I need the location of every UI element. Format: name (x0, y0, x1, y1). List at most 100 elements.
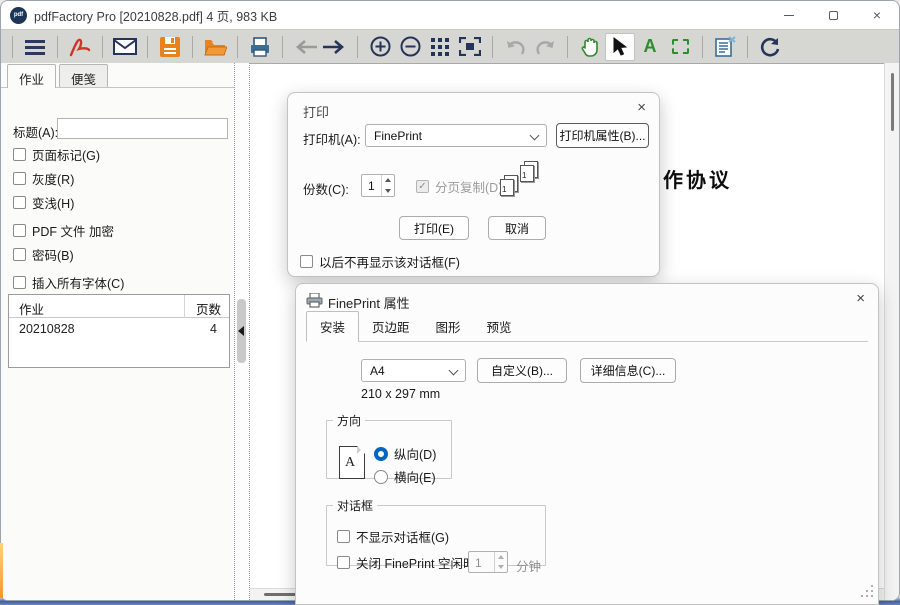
screen: pdf pdfFactory Pro [20210828.pdf] 4 页, 9… (0, 0, 900, 605)
save-icon (160, 37, 180, 57)
window-title: pdfFactory Pro [20210828.pdf] 4 页, 983 K… (34, 6, 277, 25)
fineprint-dialog-close-button[interactable]: × (856, 290, 865, 307)
close-button[interactable]: × (855, 1, 899, 29)
sidebar-tabs: 作业 便笺 (7, 64, 111, 87)
undo-button[interactable] (500, 33, 530, 61)
print-button-toolbar[interactable] (245, 33, 275, 61)
zoom-in-button[interactable] (365, 33, 395, 61)
tab-notes[interactable]: 便笺 (59, 64, 108, 87)
paper-dimensions: 210 x 297 mm (361, 387, 440, 401)
refresh-button[interactable] (755, 33, 785, 61)
hand-tool-button[interactable] (575, 33, 605, 61)
checkbox-grayscale[interactable]: 灰度(R) (13, 169, 74, 188)
checkbox-pdf-encrypt[interactable]: PDF 文件 加密 (13, 221, 114, 240)
checkbox-page-marks[interactable]: 页面标记(G) (13, 145, 100, 164)
splitter-handle[interactable] (237, 299, 246, 363)
back-button[interactable] (290, 33, 320, 61)
back-arrow-icon (293, 40, 317, 54)
job-list-row[interactable]: 20210828 4 (9, 318, 229, 340)
resize-grip[interactable] (861, 585, 873, 597)
thumbnails-grid-icon (431, 38, 449, 56)
up-arrow-icon (498, 555, 504, 559)
tab-jobs[interactable]: 作业 (7, 64, 56, 88)
menu-icon (25, 39, 45, 55)
checkbox-label: 灰度(R) (32, 169, 74, 188)
vertical-scrollbar[interactable] (884, 63, 899, 600)
down-arrow-icon (498, 565, 504, 569)
close-idle-checkbox[interactable]: 关闭 FinePrint 空闲时 (337, 553, 475, 572)
stepper-buttons (494, 552, 507, 572)
checkbox-icon (337, 530, 350, 543)
stepper-up-button[interactable] (382, 175, 394, 186)
orientation-group: 方向 A 纵向(D) 横向(E) (326, 412, 452, 479)
thumbnails-button[interactable] (425, 33, 455, 61)
select-tool-button[interactable] (605, 33, 635, 61)
maximize-button[interactable] (811, 1, 855, 29)
suppress-dialog-label: 以后不再显示该对话框(F) (319, 252, 460, 271)
zoom-out-button[interactable] (395, 33, 425, 61)
printer-select-value: FinePrint (374, 129, 422, 143)
select-region-icon (672, 39, 689, 54)
background-artifact (0, 543, 3, 598)
tab-margins[interactable]: 页边距 (359, 312, 423, 341)
print-confirm-button[interactable]: 打印(E) (399, 216, 469, 240)
checkbox-lighten[interactable]: 变浅(H) (13, 193, 74, 212)
printer-label: 打印机(A): (303, 129, 361, 148)
acrobat-button[interactable] (65, 33, 95, 61)
printer-properties-button[interactable]: 打印机属性(B)... (556, 123, 649, 148)
paper-size-select[interactable]: A4 (361, 359, 466, 382)
redo-icon (535, 39, 556, 55)
tab-setup[interactable]: 安装 (306, 311, 359, 342)
collate-page-front: 1 (520, 165, 534, 182)
stepper-down-button (495, 562, 507, 572)
chevron-down-icon (530, 131, 540, 141)
collate-checkbox: ✓ 分页复制(D) (416, 177, 502, 196)
details-button[interactable]: 详细信息(C)... (580, 358, 676, 383)
tab-preview[interactable]: 预览 (474, 312, 525, 341)
panel-splitter[interactable] (234, 63, 250, 600)
close-idle-label: 关闭 FinePrint 空闲时 (356, 553, 475, 572)
toolbar-separator (567, 36, 568, 58)
column-header-job[interactable]: 作业 (19, 299, 44, 318)
portrait-radio[interactable]: 纵向(D) (374, 444, 436, 463)
dialog-options-group: 对话框 不显示对话框(G) 关闭 FinePrint 空闲时 1 分钟 (326, 497, 546, 566)
toolbar-separator (702, 36, 703, 58)
select-region-button[interactable] (665, 33, 695, 61)
sidebar-panel: 作业 便笺 标题(A): 页面标记(G) 灰度(R) (1, 63, 234, 600)
forward-button[interactable] (320, 33, 350, 61)
toolbar-separator (102, 36, 103, 58)
notes-button[interactable] (710, 33, 740, 61)
checkbox-embed-fonts[interactable]: 插入所有字体(C) (13, 273, 124, 292)
acrobat-icon (69, 37, 91, 57)
minimize-button[interactable] (767, 1, 811, 29)
open-button[interactable] (200, 33, 230, 61)
tab-graphics[interactable]: 图形 (423, 312, 474, 341)
copies-stepper[interactable]: 1 (361, 174, 395, 197)
no-dialog-checkbox[interactable]: 不显示对话框(G) (337, 527, 449, 546)
menu-button[interactable] (20, 33, 50, 61)
stepper-down-button[interactable] (382, 186, 394, 197)
fit-page-button[interactable] (455, 33, 485, 61)
checkbox-password[interactable]: 密码(B) (13, 245, 74, 264)
title-input[interactable] (57, 118, 228, 139)
sidebar-body: 标题(A): 页面标记(G) 灰度(R) 变浅(H) (1, 87, 234, 600)
vertical-scrollbar-thumb[interactable] (891, 73, 894, 131)
custom-paper-button[interactable]: 自定义(B)... (477, 358, 567, 383)
job-pages-cell: 4 (210, 322, 217, 336)
printer-select[interactable]: FinePrint (365, 124, 547, 147)
print-dialog: 打印 × 打印机(A): FinePrint 打印机属性(B)... 份数(C)… (287, 92, 660, 277)
checkbox-icon (13, 148, 26, 161)
checkbox-checked-icon: ✓ (416, 180, 429, 193)
redo-button[interactable] (530, 33, 560, 61)
cancel-button[interactable]: 取消 (488, 216, 546, 240)
email-button[interactable] (110, 33, 140, 61)
landscape-radio[interactable]: 横向(E) (374, 467, 436, 486)
mail-icon (113, 38, 137, 55)
save-button[interactable] (155, 33, 185, 61)
title-field-label: 标题(A): (13, 122, 58, 141)
column-header-pages[interactable]: 页数 (196, 299, 221, 318)
print-dialog-close-button[interactable]: × (637, 99, 646, 116)
text-tool-button[interactable]: A (635, 33, 665, 61)
suppress-dialog-checkbox[interactable]: 以后不再显示该对话框(F) (300, 252, 460, 271)
printer-small-icon (306, 293, 323, 308)
